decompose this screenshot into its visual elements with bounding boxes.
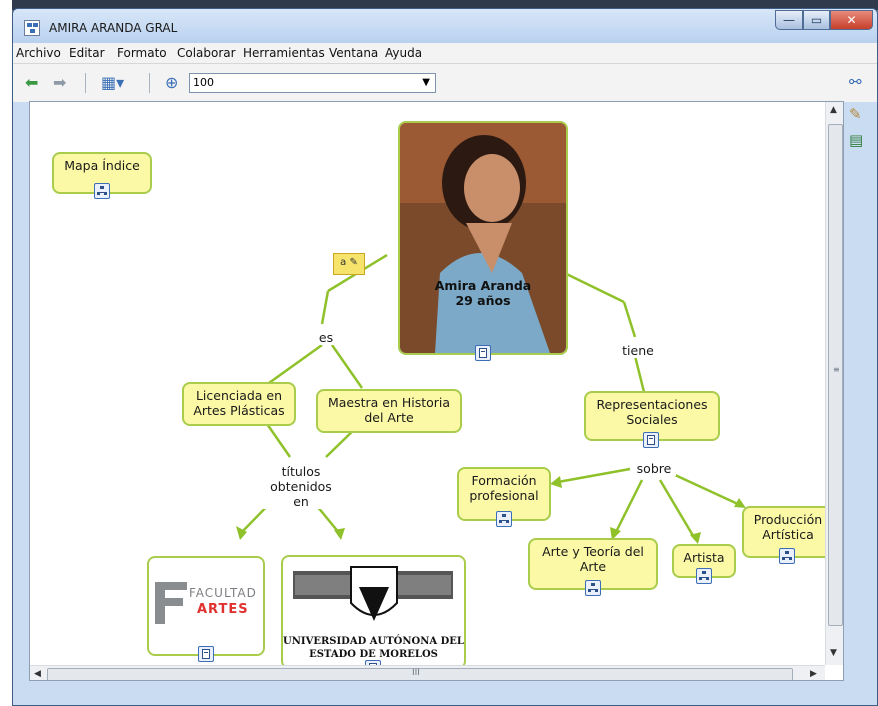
document-icon[interactable]	[475, 345, 491, 361]
scroll-up-arrow[interactable]: ▲	[830, 105, 837, 115]
link-label-tiene: tiene	[618, 343, 658, 358]
link-line	[557, 467, 631, 484]
node-formacion-text: Formación profesional	[469, 473, 539, 503]
profile-photo-node[interactable]: Amira Aranda 29 años	[398, 121, 568, 355]
facultad-logo	[153, 576, 189, 629]
profile-photo	[400, 123, 566, 353]
zoom-select[interactable]: 100 ▼	[189, 73, 436, 93]
brush-icon[interactable]: ✎	[849, 105, 862, 123]
title-bar[interactable]: AMIRA ARANDA GRAL — ▭ ✕	[13, 9, 877, 43]
node-licenciada-text: Licenciada en Artes Plásticas	[193, 388, 285, 418]
concept-map-icon[interactable]	[696, 568, 712, 584]
horizontal-scrollbar[interactable]: ◀ III ▶	[30, 665, 825, 680]
node-produccion-text: Producción Artística	[753, 512, 823, 542]
view-options-icon[interactable]: ▦▾	[101, 75, 124, 91]
network-icon[interactable]: ⚯	[849, 73, 862, 91]
node-maestra-text: Maestra en Historia del Arte	[327, 395, 451, 425]
arrowhead	[334, 528, 345, 540]
document-icon[interactable]	[643, 432, 659, 448]
link-line	[622, 301, 637, 338]
menu-formato[interactable]: Formato	[117, 46, 167, 60]
menu-herramientas[interactable]: Herramientas	[243, 46, 325, 60]
toolbar-separator	[85, 73, 86, 93]
link-line	[330, 344, 364, 389]
node-maestra[interactable]: Maestra en Historia del Arte	[316, 389, 462, 433]
uaem-text: UNIVERSIDAD AUTÓNONA DEL ESTADO DE MORELO…	[283, 636, 464, 660]
facultad-artes-node[interactable]: FACULTAD ARTES	[147, 556, 265, 656]
link-line	[263, 420, 292, 458]
notes-icon[interactable]: ▤	[849, 131, 863, 149]
annotation-icon[interactable]: a ✎	[333, 253, 365, 275]
index-node-label: Mapa Índice	[64, 158, 140, 173]
maximize-button[interactable]: ▭	[803, 10, 830, 30]
scroll-grip: III	[412, 668, 420, 678]
link-line	[674, 473, 741, 507]
profile-caption: Amira Aranda 29 años	[400, 278, 566, 308]
close-button[interactable]: ✕	[830, 10, 873, 30]
link-label-titulos: títulos obtenidos en	[256, 464, 346, 509]
arrowhead	[550, 476, 562, 488]
link-line	[633, 355, 646, 393]
facultad-logo-mark	[155, 582, 187, 624]
window-title: AMIRA ARANDA GRAL	[49, 21, 178, 35]
concept-map-icon[interactable]	[779, 548, 795, 564]
node-representaciones-text: Representaciones Sociales	[596, 397, 708, 427]
map-canvas[interactable]: Mapa Índice a ✎ Amira Aranda 29 años es …	[29, 101, 844, 681]
zoom-value: 100	[193, 76, 214, 89]
menu-archivo[interactable]: Archivo	[16, 46, 61, 60]
app-icon	[24, 20, 40, 36]
link-line	[320, 290, 330, 325]
scroll-down-arrow[interactable]: ▼	[830, 648, 837, 658]
cmap-window: AMIRA ARANDA GRAL — ▭ ✕ Archivo Editar F…	[12, 8, 878, 706]
node-artista-text: Artista	[683, 550, 725, 565]
uaem-node[interactable]: UNIVERSIDAD AUTÓNONA DEL ESTADO DE MORELO…	[281, 555, 466, 669]
back-arrow-icon[interactable]: ⬅	[25, 75, 38, 91]
scroll-right-arrow[interactable]: ▶	[810, 669, 817, 679]
menu-editar[interactable]: Editar	[69, 46, 105, 60]
link-line	[613, 479, 644, 535]
scroll-grip: ≡	[833, 365, 840, 374]
link-line	[658, 479, 697, 540]
uaem-crest	[293, 566, 453, 621]
profile-name: Amira Aranda	[434, 278, 532, 293]
background-window-edge	[0, 0, 12, 706]
forward-arrow-icon[interactable]: ➡	[53, 75, 66, 91]
facultad-logo-text: FACULTAD	[189, 586, 257, 600]
node-arte-teoria-text: Arte y Teoría del Arte	[542, 544, 644, 574]
vertical-scrollbar[interactable]: ▲ ≡ ▼	[825, 102, 843, 665]
link-label-es: es	[314, 330, 338, 345]
vertical-scroll-thumb[interactable]: ≡	[828, 124, 843, 626]
scroll-left-arrow[interactable]: ◀	[34, 669, 41, 679]
document-icon[interactable]	[198, 646, 214, 662]
zoom-icon[interactable]: ⊕	[165, 75, 178, 91]
toolbar-separator	[149, 73, 150, 93]
node-licenciada[interactable]: Licenciada en Artes Plásticas	[182, 382, 296, 426]
menu-colaborar[interactable]: Colaborar	[177, 46, 236, 60]
concept-map-icon[interactable]	[94, 183, 110, 199]
artes-logo-text: ARTES	[197, 602, 249, 617]
profile-age: 29 años	[455, 293, 511, 308]
menu-ventana[interactable]: Ventana	[329, 46, 378, 60]
menu-ayuda[interactable]: Ayuda	[385, 46, 422, 60]
menu-bar: Archivo Editar Formato Colaborar Herrami…	[13, 43, 877, 64]
concept-map-icon[interactable]	[585, 580, 601, 596]
minimize-button[interactable]: —	[775, 10, 803, 30]
toolbar: ⬅ ➡ ▦▾ ⊕ 100 ▼	[13, 64, 877, 102]
horizontal-scroll-thumb[interactable]: III	[47, 668, 793, 680]
chevron-down-icon[interactable]: ▼	[422, 77, 430, 88]
link-label-sobre: sobre	[632, 461, 676, 476]
concept-map-icon[interactable]	[496, 511, 512, 527]
